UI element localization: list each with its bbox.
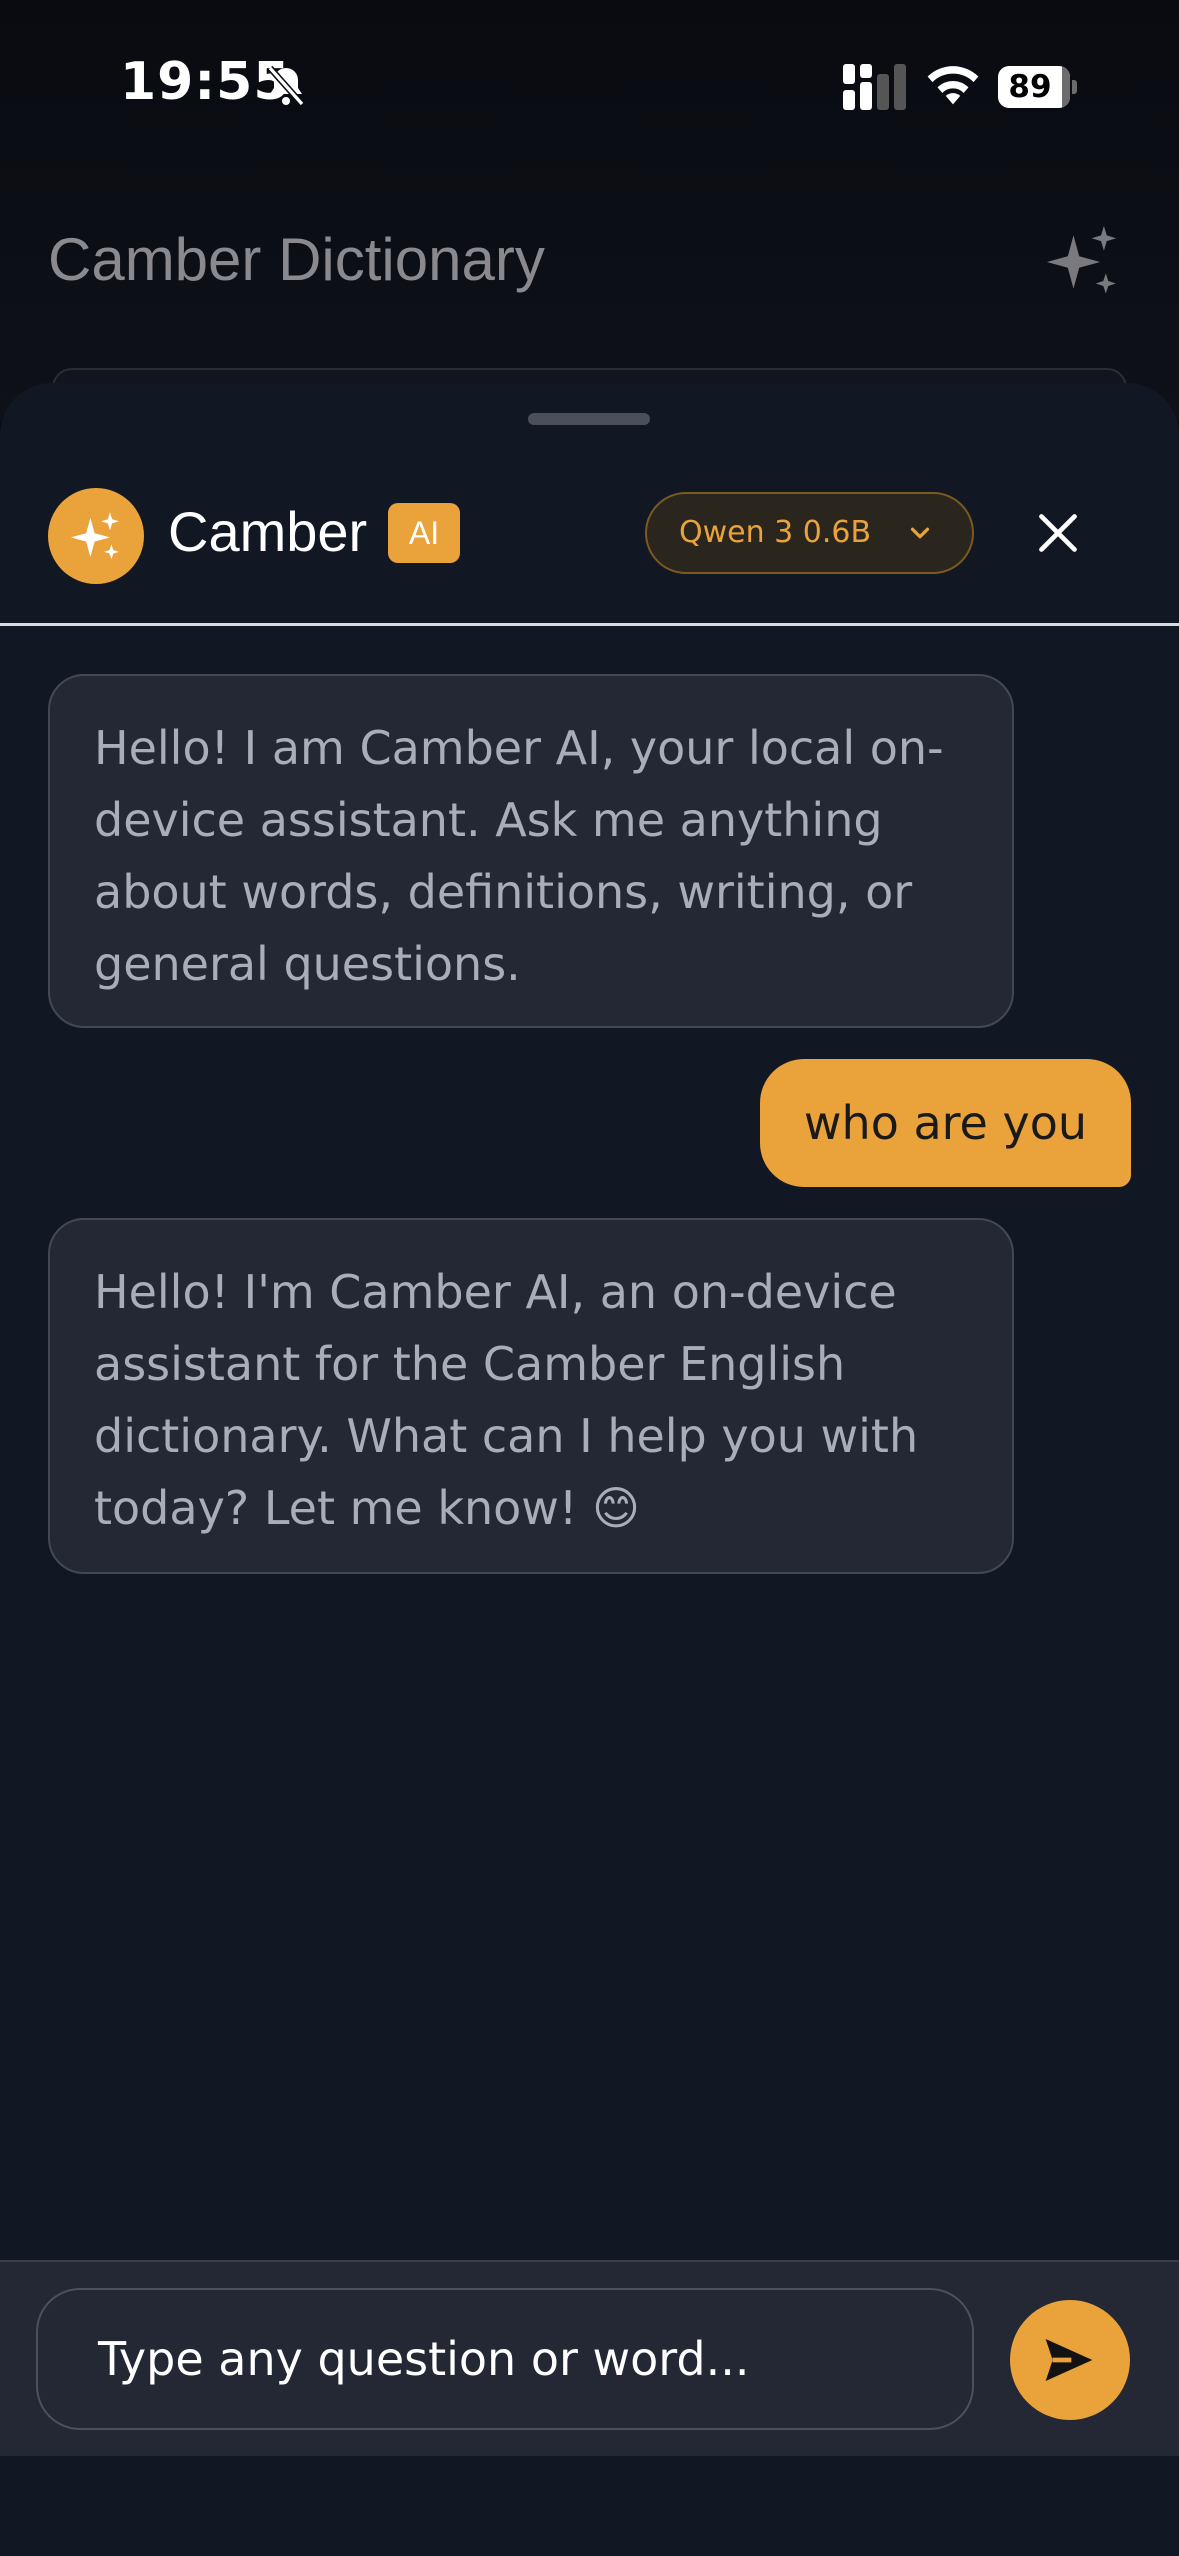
assistant-avatar <box>48 488 144 584</box>
sheet-grabber[interactable] <box>528 413 650 425</box>
close-icon[interactable] <box>1036 511 1080 555</box>
assistant-message: Hello! I am Camber AI, your local on-dev… <box>48 674 1014 1028</box>
background-app: 19:55 89 Camber Dictionary <box>0 0 1179 420</box>
bell-slash-icon <box>267 65 305 107</box>
model-selector[interactable]: Qwen 3 0.6B <box>645 492 974 574</box>
send-icon <box>1045 2339 1093 2381</box>
app-title: Camber Dictionary <box>48 226 545 293</box>
wifi-icon <box>927 66 979 105</box>
message-input[interactable]: Type any question or word... <box>36 2288 974 2430</box>
status-bar: 19:55 89 <box>0 0 1179 175</box>
composer-bar: Type any question or word... <box>0 2260 1179 2456</box>
assistant-name: Camber <box>168 500 368 563</box>
ai-badge: AI <box>388 503 460 563</box>
model-label: Qwen 3 0.6B <box>679 515 872 550</box>
battery-level: 89 <box>1008 69 1052 105</box>
input-placeholder: Type any question or word... <box>98 2332 750 2386</box>
chevron-down-icon <box>910 527 930 539</box>
sparkles-icon <box>1046 225 1117 294</box>
header-divider <box>0 623 1179 626</box>
signal-icon <box>843 64 906 110</box>
assistant-message: Hello! I'm Camber AI, an on-device assis… <box>48 1218 1014 1574</box>
sparkles-icon <box>70 512 120 560</box>
send-button[interactable] <box>1010 2300 1130 2420</box>
battery-indicator: 89 <box>998 66 1078 108</box>
user-message: who are you <box>759 1059 1131 1187</box>
chat-sheet: Camber AI Qwen 3 0.6B Hello! I am Camber… <box>0 383 1179 2556</box>
